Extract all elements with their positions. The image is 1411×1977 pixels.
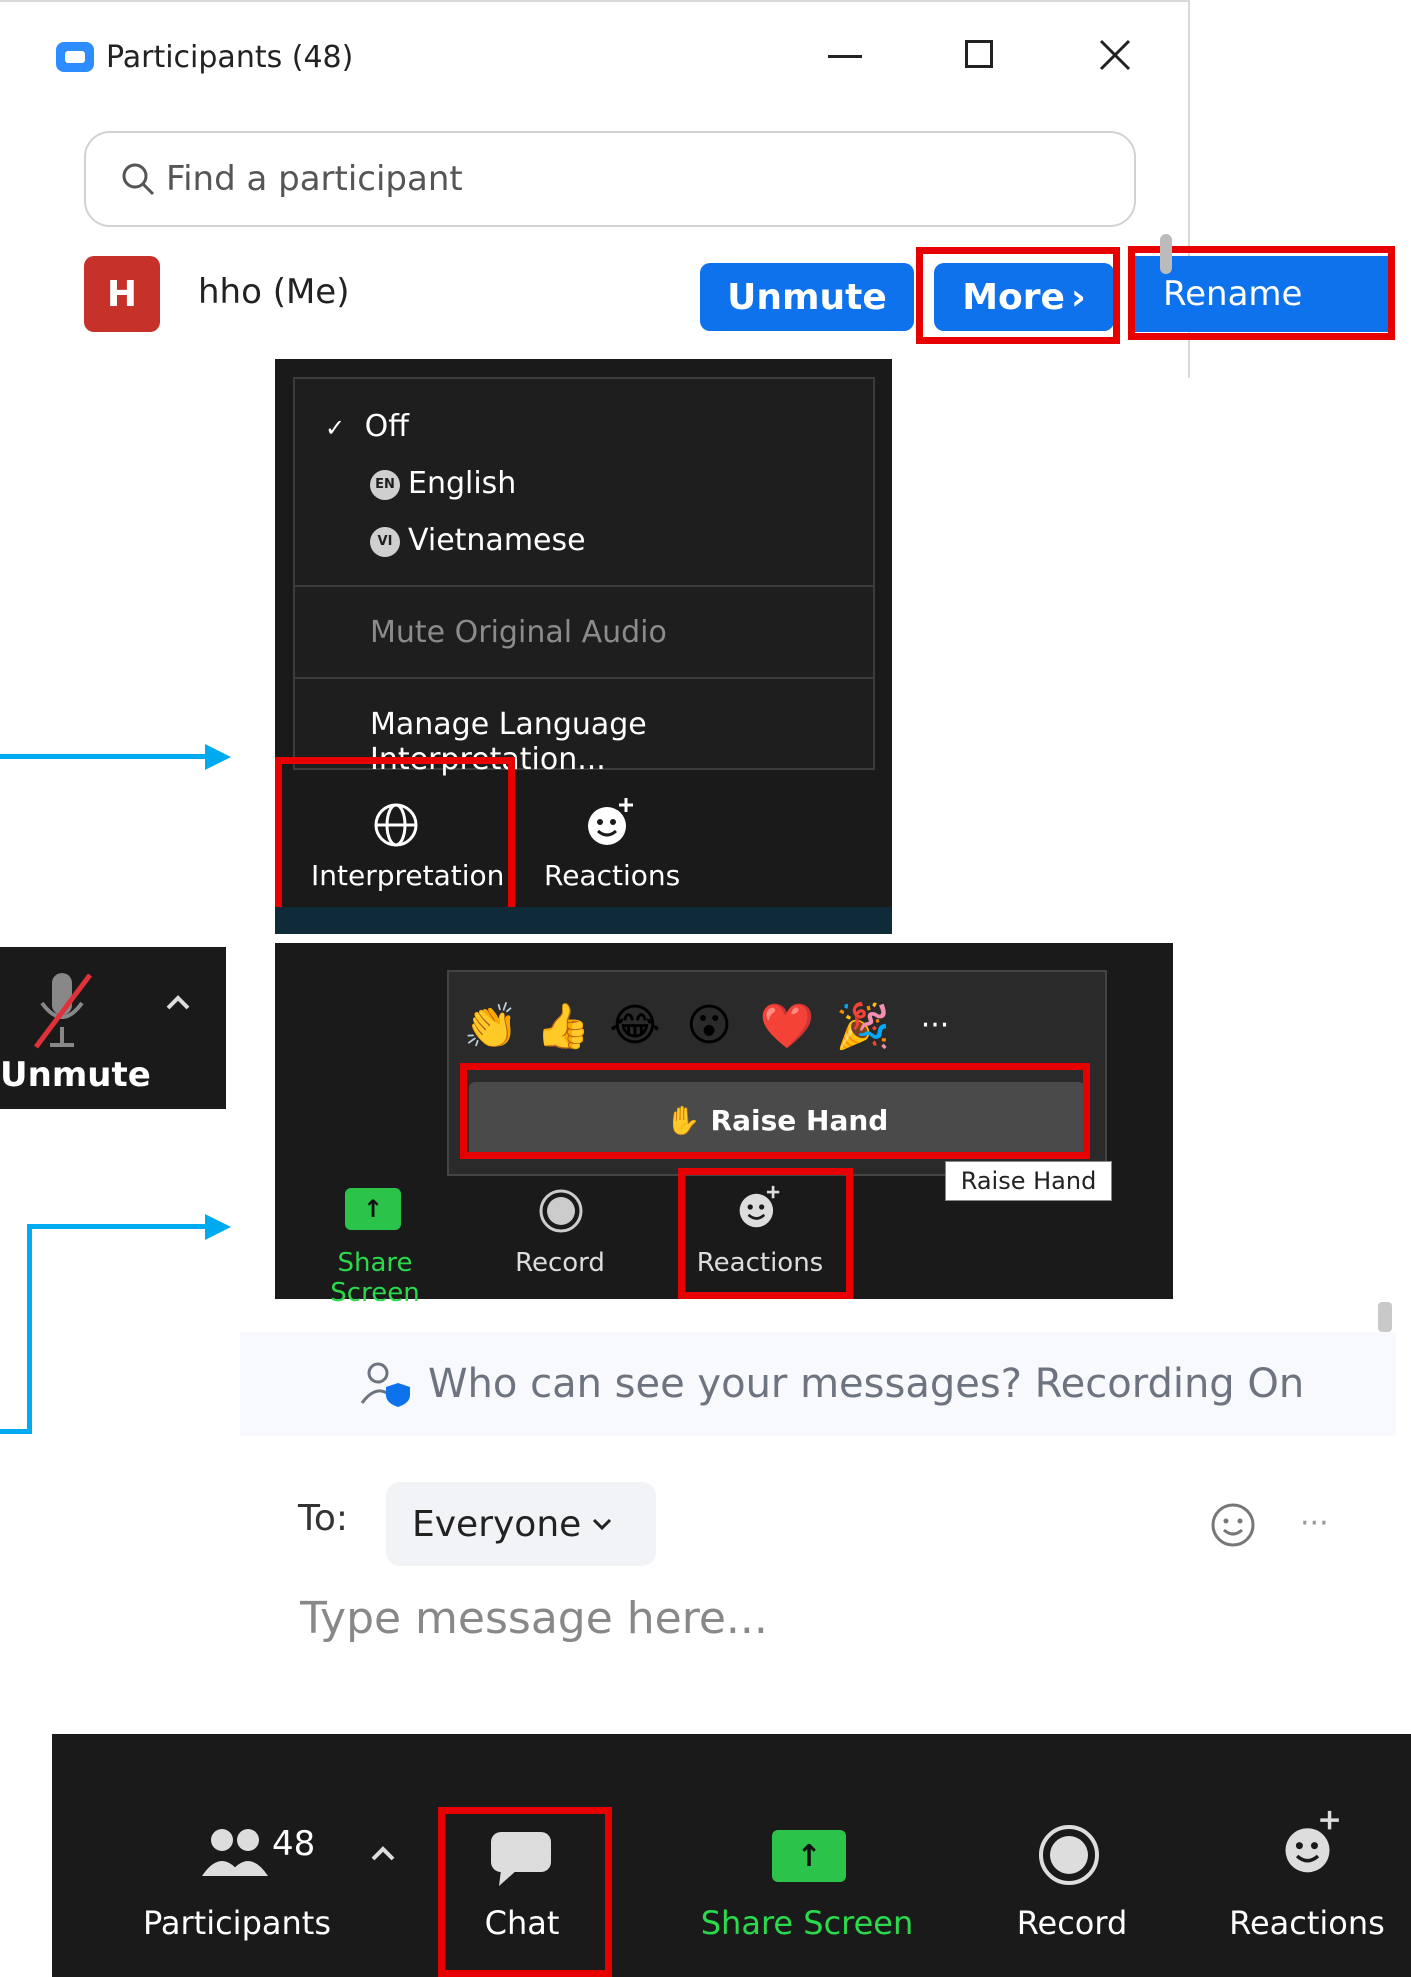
record-button[interactable]: Record [495,1188,625,1293]
zoom-logo-icon [56,42,94,72]
connector-line [0,754,210,759]
record-button[interactable]: Record [992,1824,1152,1964]
unmute-button-label: Unmute [727,276,887,318]
menu-item-english[interactable]: EN English [370,466,516,501]
minimize-button[interactable] [820,30,870,80]
share-screen-label: Share Screen [700,1904,914,1942]
reactions-label: Reactions [1229,1904,1385,1942]
panel-bottom-strip [275,907,892,934]
emoji-picker-icon[interactable] [1210,1502,1256,1548]
more-options-icon[interactable]: ··· [1300,1506,1329,1541]
raise-hand-highlight-box [460,1063,1090,1159]
more-emoji-button[interactable]: ··· [905,1008,965,1043]
record-icon [1039,1825,1099,1885]
close-icon [1099,39,1131,71]
maximize-button[interactable] [955,30,1005,80]
joy-emoji-icon[interactable]: 😂 [605,1000,665,1051]
more-highlight-box [916,247,1120,344]
minimize-icon [828,55,862,58]
reactions-panel: 👏 👍 😂 😮 ❤️ 🎉 ··· ✋ Raise Hand Raise Hand… [275,943,1173,1308]
privacy-user-icon [360,1362,410,1407]
share-screen-button[interactable]: ↑ Share Screen [682,1824,932,1964]
record-label: Record [515,1248,605,1278]
menu-divider [295,585,873,587]
menu-item-mute-original-audio: Mute Original Audio [370,615,667,650]
arrow-right-icon [205,1214,231,1240]
chat-highlight-box [438,1807,612,1977]
close-button[interactable] [1090,30,1140,80]
participants-count: 48 [272,1824,316,1864]
menu-divider [295,677,873,679]
participant-search-box[interactable] [84,131,1136,227]
raise-hand-tooltip: Raise Hand [945,1161,1112,1201]
connector-line [27,1224,32,1434]
reactions-icon [588,798,633,845]
connector-line [27,1224,210,1229]
window-title: Participants (48) [106,39,354,75]
scrollbar[interactable] [1160,234,1172,274]
share-screen-label: Share Screen [330,1248,420,1308]
heart-emoji-icon[interactable]: ❤️ [757,1000,817,1052]
chevron-up-icon[interactable] [165,993,191,1011]
to-label: To: [298,1498,349,1539]
interpretation-panel: ✓ Off EN English VI Vietnamese Mute Origin… [275,359,892,934]
vietnamese-label: Vietnamese [408,523,586,558]
participants-icon [202,1829,268,1876]
arrow-right-icon [205,744,231,770]
recipient-select[interactable]: Everyone [386,1482,656,1566]
muted-microphone-icon [34,973,92,1049]
search-input[interactable] [164,158,1068,200]
meeting-toolbar: 48 Participants Chat ↑ Share Screen Reco… [52,1734,1411,1977]
english-badge-icon: EN [370,469,400,500]
share-screen-icon: ↑ [345,1188,401,1230]
participants-window: Participants (48) H hho (Me) Unmute More… [0,0,1395,378]
chat-privacy-banner[interactable]: Who can see your messages? Recording On [240,1332,1396,1436]
avatar: H [84,256,160,332]
share-screen-button[interactable]: ↑ Share Screen [295,1188,445,1308]
title-bar: Participants (48) [56,32,353,82]
off-label: Off [364,409,409,444]
checkmark-icon: ✓ [325,414,346,442]
thumbs-up-emoji-icon[interactable]: 👍 [533,1000,593,1052]
unmute-label: Unmute [0,1055,151,1095]
reactions-button[interactable]: Reactions [525,759,705,929]
record-label: Record [1016,1904,1128,1942]
clap-emoji-icon[interactable]: 👏 [461,1000,521,1052]
surprised-emoji-icon[interactable]: 😮 [679,1000,739,1051]
chevron-down-icon [593,1518,612,1531]
reactions-button[interactable]: Reactions [1212,1810,1402,1964]
message-input[interactable] [298,1592,1302,1645]
vietnamese-badge-icon: VI [370,526,400,557]
participants-button[interactable]: 48 Participants [112,1824,362,1964]
chat-banner-text: Who can see your messages? Recording On [428,1361,1305,1407]
chevron-up-icon[interactable] [370,1844,396,1862]
reactions-label: Reactions [544,859,681,892]
reactions-highlight-box [678,1168,853,1299]
recipient-value: Everyone [412,1503,582,1545]
record-icon [539,1189,583,1233]
participants-label: Participants [143,1904,331,1942]
unmute-snippet[interactable]: Unmute [0,947,226,1109]
party-emoji-icon[interactable]: 🎉 [833,1000,893,1052]
menu-item-vietnamese[interactable]: VI Vietnamese [370,523,586,558]
unmute-button[interactable]: Unmute [700,263,914,331]
reactions-icon [1285,1810,1339,1873]
participant-name: hho (Me) [198,272,350,312]
interpretation-menu: ✓ Off EN English VI Vietnamese Mute Origin… [293,377,875,777]
english-label: English [408,466,517,501]
menu-item-off[interactable]: ✓ Off [325,409,409,444]
maximize-icon [965,40,993,68]
scrollbar[interactable] [1378,1302,1392,1332]
share-screen-icon: ↑ [772,1830,846,1882]
search-icon [122,163,155,196]
